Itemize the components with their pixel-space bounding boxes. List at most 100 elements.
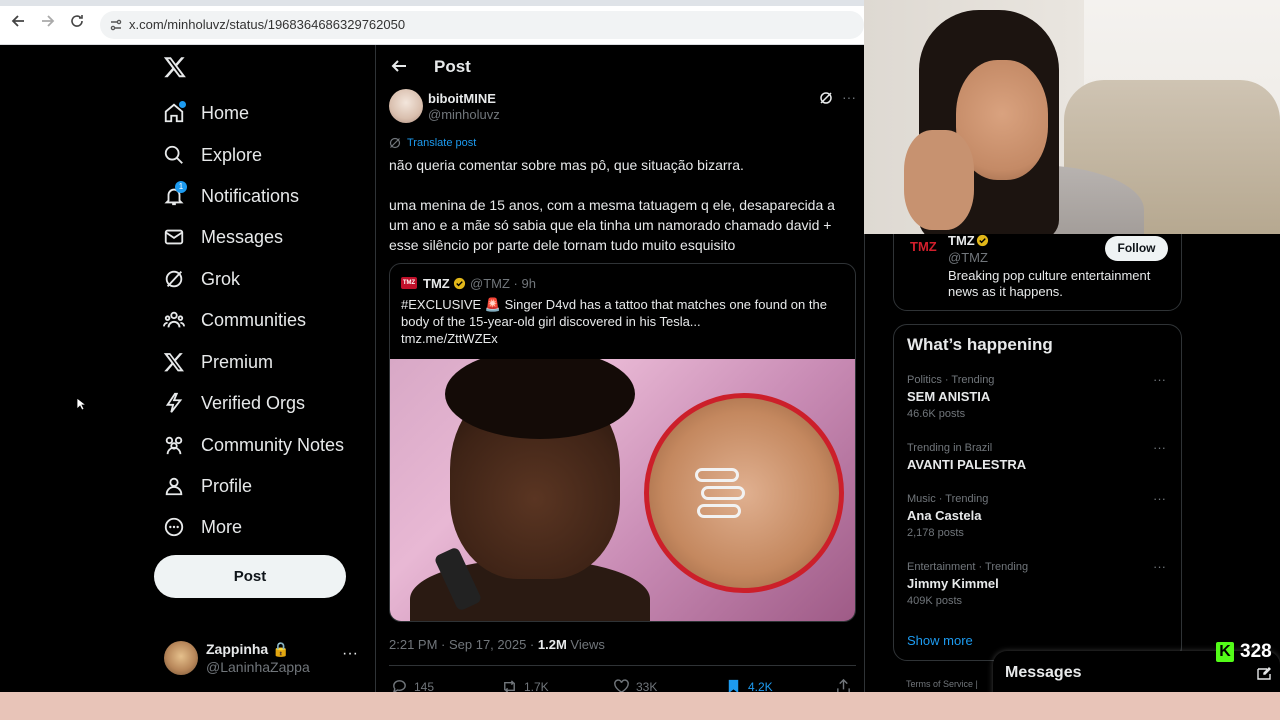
verified-badge-icon [453, 277, 466, 290]
sidebar-item-home[interactable]: Home [163, 93, 249, 133]
photo-ring [695, 468, 739, 482]
sidebar-item-messages[interactable]: Messages [163, 217, 283, 257]
x-logo-icon [163, 353, 184, 372]
trend-more-icon[interactable]: ··· [1153, 440, 1166, 455]
reply-button[interactable]: 145 [391, 678, 434, 692]
trend-name: Jimmy Kimmel [907, 576, 999, 591]
footer-links[interactable]: Terms of Service | [906, 679, 978, 689]
browser-toolbar: x.com/minholuvz/status/19683646863297620… [0, 0, 864, 45]
heart-icon [614, 679, 629, 692]
follow-button[interactable]: Follow [1105, 236, 1168, 261]
communities-icon [163, 311, 185, 328]
author-handle[interactable]: @minholuvz [428, 107, 500, 122]
divider [389, 665, 856, 666]
post-more-icon[interactable]: ··· [842, 89, 856, 105]
post-actions: 145 1.7K 33K 4.2K [389, 678, 859, 692]
tmz-logo: TMZ [401, 277, 417, 289]
new-message-icon[interactable] [1256, 666, 1272, 682]
messages-drawer-title: Messages [1005, 664, 1082, 681]
bottom-strip [0, 692, 1280, 720]
arrow-right-icon [42, 15, 55, 27]
reload-icon [71, 15, 83, 27]
repost-count: 1.7K [524, 679, 549, 693]
url-text: x.com/minholuvz/status/19683646863297620… [129, 17, 406, 32]
quoted-media-image[interactable] [390, 359, 855, 621]
account-switcher[interactable]: Zappinha 🔒 @LaninhaZappa ··· [164, 639, 374, 679]
viewer-count: 328 [1240, 641, 1272, 662]
repost-icon [504, 680, 515, 692]
reply-icon [393, 680, 406, 692]
sidebar-item-label: Notifications [201, 185, 300, 206]
translate-post-link[interactable]: Translate post [389, 137, 476, 149]
arrow-left-icon [11, 15, 24, 27]
trend-item[interactable]: Music · Trending Ana Castela 2,178 posts… [907, 491, 1172, 545]
address-bar[interactable]: x.com/minholuvz/status/19683646863297620… [100, 11, 864, 39]
quoted-post[interactable]: TMZ TMZ @TMZ · 9h #EXCLUSIVE 🚨 Singer D4… [389, 263, 856, 622]
timestamp-text: 2:21 PM · Sep 17, 2025 · [389, 637, 538, 652]
verified-badge-icon [976, 234, 989, 247]
sidebar-item-label: Verified Orgs [201, 392, 306, 413]
whats-happening-panel: What’s happening Politics · Trending SEM… [893, 324, 1182, 661]
trend-count: 409K posts [907, 595, 963, 607]
account-name: Zappinha 🔒 [206, 641, 290, 657]
avatar[interactable] [389, 89, 423, 123]
quoted-link[interactable]: tmz.me/ZttWZEx [401, 330, 851, 347]
trend-item[interactable]: Entertainment · Trending Jimmy Kimmel 40… [907, 559, 1172, 613]
share-button[interactable] [835, 678, 858, 692]
home-unread-dot [179, 101, 186, 108]
views-label: Views [566, 637, 605, 652]
site-settings-icon[interactable] [109, 18, 123, 32]
trend-name: Ana Castela [907, 508, 982, 523]
post-button[interactable]: Post [154, 555, 346, 598]
account-more-icon[interactable]: ··· [342, 645, 358, 663]
post-text-line: uma menina de 15 anos, com a mesma tatua… [389, 197, 835, 253]
sidebar-item-profile[interactable]: Profile [163, 466, 252, 506]
bookmark-count: 4.2K [748, 679, 773, 693]
quoted-author-name: TMZ [423, 276, 450, 291]
trend-more-icon[interactable]: ··· [1153, 491, 1166, 506]
more-circle-icon [164, 517, 184, 537]
trend-category: Politics · Trending [907, 374, 995, 386]
browser-forward-button[interactable] [38, 14, 58, 34]
repost-button[interactable]: 1.7K [501, 678, 549, 692]
sidebar-item-label: Explore [201, 144, 263, 165]
photo-ring [697, 504, 741, 518]
sidebar-item-premium[interactable]: Premium [163, 342, 273, 382]
trend-more-icon[interactable]: ··· [1153, 372, 1166, 387]
trend-item[interactable]: Trending in Brazil AVANTI PALESTRA ··· [907, 440, 1172, 494]
mouse-cursor-icon [76, 397, 86, 411]
sidebar-item-communities[interactable]: Communities [163, 300, 306, 340]
sidebar-item-more[interactable]: More [163, 507, 242, 547]
follow-suggestion-name[interactable]: TMZ [948, 233, 975, 248]
like-count: 33K [636, 679, 658, 693]
webcam-person-hand [904, 130, 974, 230]
grok-icon[interactable] [819, 91, 833, 105]
trend-item[interactable]: Politics · Trending SEM ANISTIA 46.6K po… [907, 372, 1172, 426]
sidebar-item-explore[interactable]: Explore [163, 135, 262, 175]
sidebar-item-label: Home [201, 102, 250, 123]
account-handle: @LaninhaZappa [206, 659, 310, 675]
bookmark-button[interactable]: 4.2K [725, 678, 773, 692]
sidebar-item-grok[interactable]: Grok [163, 259, 240, 299]
photo-ring [701, 486, 745, 500]
show-more-link[interactable]: Show more [907, 633, 973, 648]
x-logo-icon[interactable] [163, 55, 187, 79]
sidebar-item-label: More [201, 516, 243, 537]
photo-zoom-circle [644, 393, 844, 593]
arrow-left-icon[interactable] [390, 57, 408, 75]
browser-back-button[interactable] [8, 14, 28, 34]
follow-suggestion-bio: Breaking pop culture entertainment news … [948, 268, 1151, 299]
like-button[interactable]: 33K [613, 678, 657, 692]
sidebar-item-label: Messages [201, 226, 284, 247]
sidebar-item-community-notes[interactable]: Community Notes [163, 425, 344, 465]
author-name[interactable]: biboitMINE [428, 91, 496, 106]
reply-count: 145 [414, 679, 435, 693]
sidebar-item-verified-orgs[interactable]: Verified Orgs [163, 383, 305, 423]
sidebar-item-notifications[interactable]: 1 Notifications [163, 176, 299, 216]
trend-category: Music · Trending [907, 493, 989, 505]
quoted-text: #EXCLUSIVE 🚨 Singer D4vd has a tattoo th… [401, 296, 851, 347]
browser-reload-button[interactable] [67, 14, 87, 34]
share-icon [837, 678, 850, 692]
grok-icon [389, 137, 401, 149]
trend-more-icon[interactable]: ··· [1153, 559, 1166, 574]
